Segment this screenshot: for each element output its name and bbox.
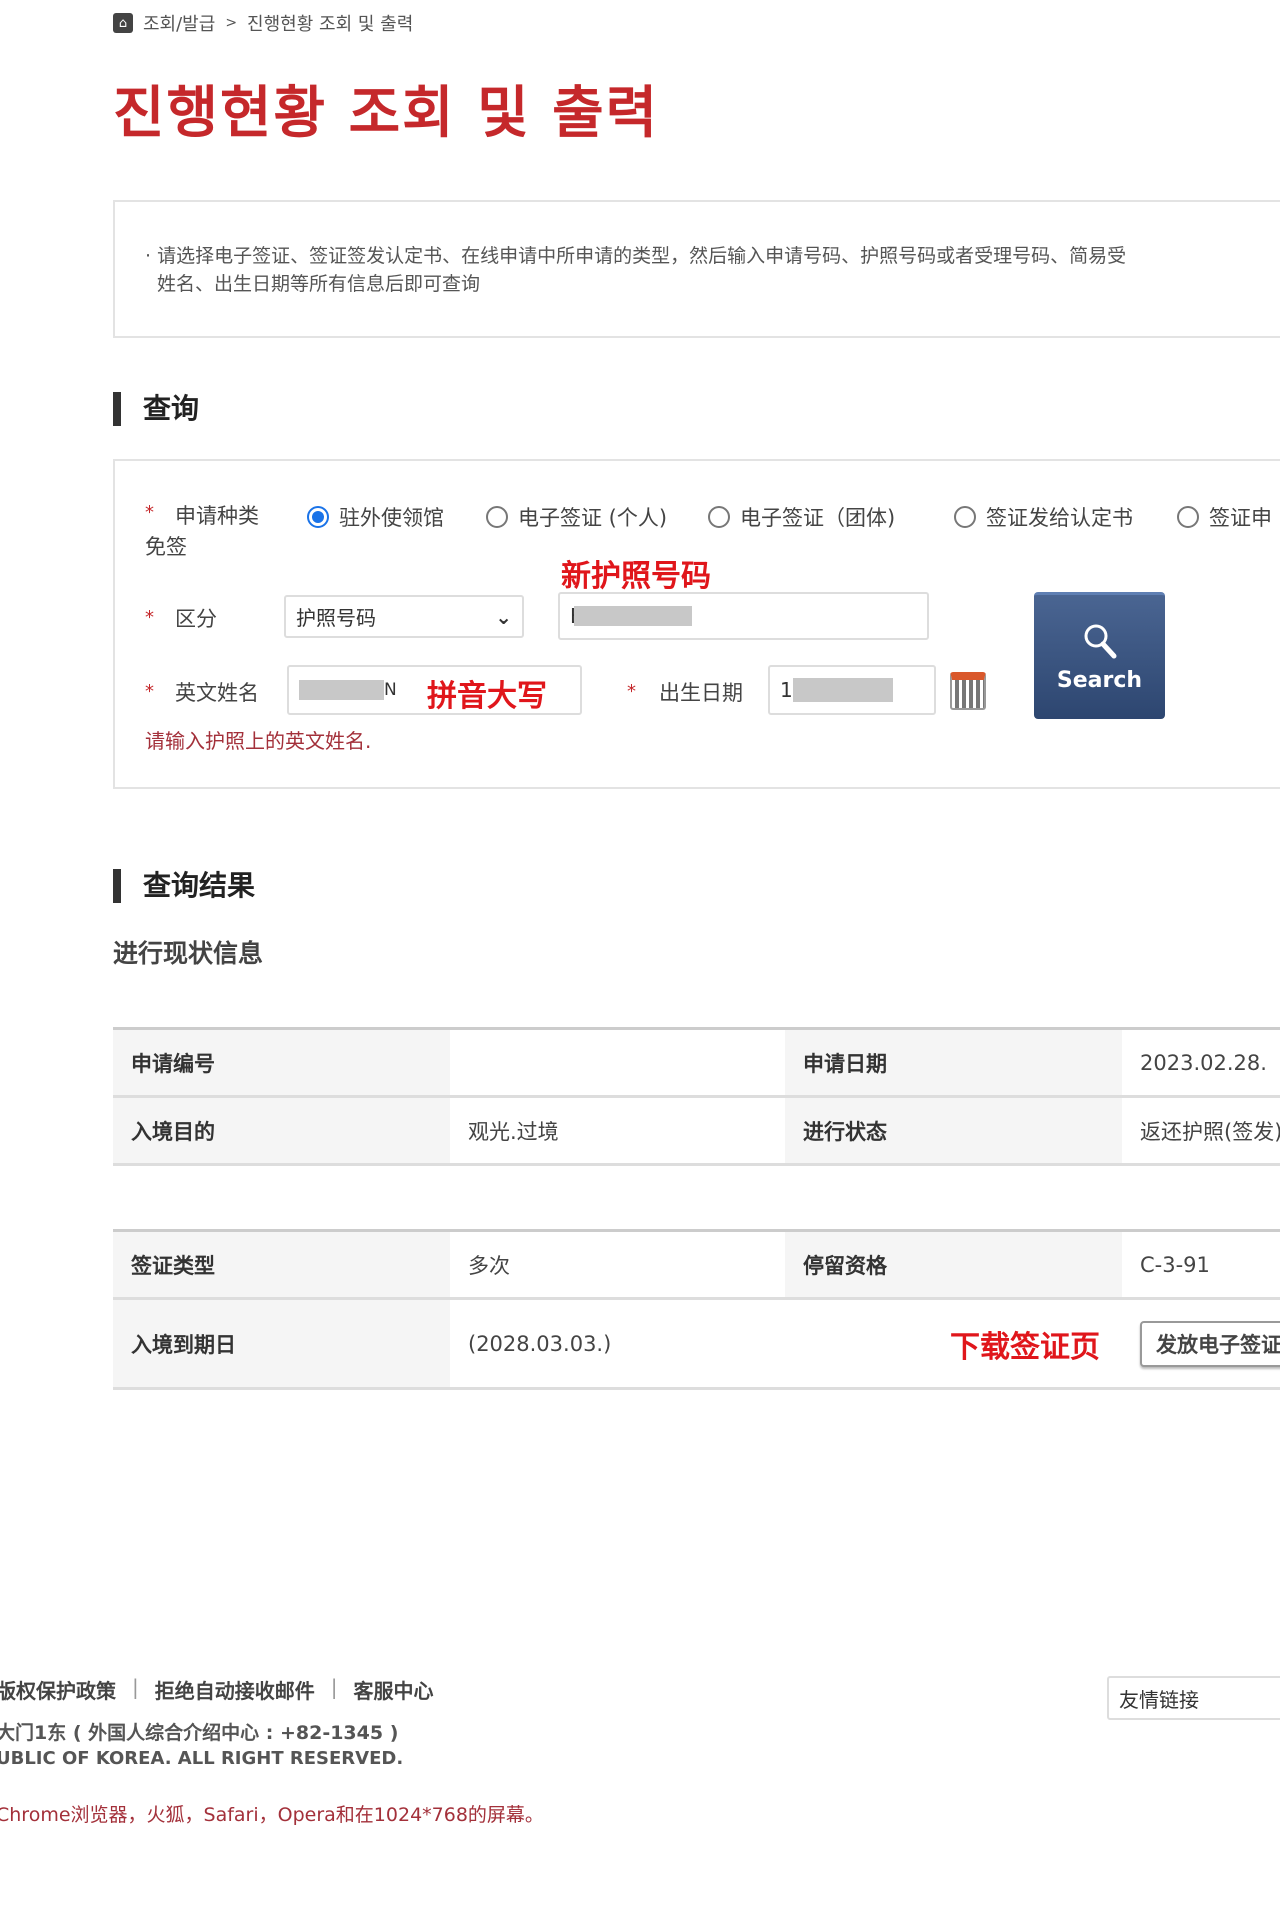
issue-evisa-button[interactable]: 发放电子签证 bbox=[1140, 1320, 1280, 1367]
table-row: 签证类型 多次 停留资格 C-3-91 bbox=[113, 1230, 1280, 1300]
search-icon bbox=[1084, 624, 1116, 658]
footer-copyright: UBLIC OF KOREA. ALL RIGHT RESERVED. bbox=[0, 1748, 404, 1769]
header-cell: 入境目的 bbox=[113, 1096, 450, 1166]
footer-link-help-center[interactable]: 客服中心 bbox=[354, 1675, 434, 1704]
required-mark: * bbox=[145, 681, 154, 702]
value-cell: 返还护照(签发) bbox=[1122, 1096, 1280, 1166]
footer-link-email-refuse[interactable]: 拒绝自动接收邮件 bbox=[155, 1675, 315, 1704]
radio-label: 电子签证 (个人) bbox=[518, 506, 668, 530]
visa-table: 签证类型 多次 停留资格 C-3-91 入境到期日 (2028.03.03.) … bbox=[113, 1229, 1280, 1390]
type-label-wrap: 免签 bbox=[145, 535, 187, 559]
header-cell: 进行状态 bbox=[785, 1096, 1122, 1166]
radio-label: 签证申 bbox=[1209, 506, 1272, 530]
results-subtitle: 进行现状信息 bbox=[113, 939, 264, 968]
related-sites-select[interactable]: 友情链接 bbox=[1107, 1676, 1280, 1720]
home-icon[interactable]: ⌂ bbox=[113, 13, 133, 33]
category-value: 护照号码 bbox=[296, 606, 376, 630]
radio-button[interactable] bbox=[486, 506, 508, 528]
notice-line: 姓名、出生日期等所有信息后即可查询 bbox=[157, 273, 481, 295]
required-mark: * bbox=[627, 681, 636, 702]
breadcrumb-separator: > bbox=[225, 15, 238, 31]
annotation-cell: 下载签证页 bbox=[785, 1298, 1122, 1390]
radio-button[interactable] bbox=[1177, 506, 1199, 528]
radio-label: 签证发给认定书 bbox=[986, 506, 1133, 530]
required-mark: * bbox=[145, 502, 154, 523]
search-button-label: Search bbox=[1056, 667, 1143, 693]
header-cell: 入境到期日 bbox=[113, 1298, 450, 1390]
table-row: 申请编号 申请日期 2023.02.28. bbox=[113, 1028, 1280, 1098]
category-select[interactable]: 护照号码 ⌄ bbox=[284, 595, 524, 638]
search-section-title: 查询 bbox=[113, 392, 199, 426]
value-cell: (2028.03.03.) bbox=[450, 1298, 785, 1390]
annotation-download-visa: 下载签证页 bbox=[950, 1329, 1100, 1365]
header-cell: 停留资格 bbox=[785, 1230, 1122, 1300]
required-mark: * bbox=[145, 607, 154, 628]
value-cell: 2023.02.28. bbox=[1122, 1028, 1280, 1098]
name-hint: 请输入护照上的英文姓名. bbox=[145, 729, 372, 753]
value-cell: C-3-91 bbox=[1122, 1230, 1280, 1300]
radio-label: 电子签证（团体) bbox=[740, 506, 896, 530]
redaction bbox=[792, 678, 893, 702]
annotation-pinyin-uppercase: 拼音大写 bbox=[427, 679, 547, 714]
name-label: 英文姓名 bbox=[175, 681, 259, 705]
dob-input[interactable]: 1 bbox=[768, 665, 936, 715]
dob-value: 1 bbox=[780, 678, 793, 702]
notice-box: · 请选择电子签证、签证签发认定书、在线申请中所申请的类型，然后输入申请号码、护… bbox=[113, 200, 1280, 338]
breadcrumb: ⌂ 조회/발급 > 진행현황 조회 및 출력 bbox=[113, 10, 413, 36]
redaction bbox=[574, 606, 692, 626]
footer-browser-note: Chrome浏览器，火狐，Safari，Opera和在1024*768的屏幕。 bbox=[0, 1804, 544, 1826]
header-cell: 签证类型 bbox=[113, 1230, 450, 1300]
header-cell: 申请日期 bbox=[785, 1028, 1122, 1098]
radio-button[interactable] bbox=[307, 506, 329, 528]
value-cell: 观光.过境 bbox=[450, 1096, 785, 1166]
value-cell bbox=[450, 1028, 785, 1098]
calendar-icon[interactable] bbox=[950, 672, 986, 710]
table-row: 入境目的 观光.过境 进行状态 返还护照(签发) bbox=[113, 1096, 1280, 1166]
redaction bbox=[299, 680, 384, 700]
annotation-new-passport: 新护照号码 bbox=[561, 559, 711, 594]
radio-visa-other[interactable]: 签证申 bbox=[1177, 502, 1272, 532]
results-section-title: 查询结果 bbox=[113, 869, 255, 903]
breadcrumb-item: 진행현황 조회 및 출력 bbox=[247, 14, 414, 35]
breadcrumb-item[interactable]: 조회/발급 bbox=[143, 10, 215, 36]
action-cell: 发放电子签证 bbox=[1122, 1298, 1280, 1390]
footer-links: 版权保护政策 | 拒绝自动接收邮件 | 客服中心 bbox=[0, 1675, 434, 1704]
passport-number-input[interactable]: E bbox=[558, 592, 929, 640]
radio-visa-certificate[interactable]: 签证发给认定书 bbox=[954, 502, 1133, 532]
dob-label: 出生日期 bbox=[659, 681, 743, 705]
radio-button[interactable] bbox=[708, 506, 730, 528]
radio-label: 驻外使领馆 bbox=[339, 506, 444, 530]
footer-address: 大门1东 ( 外国人综合介绍中心 : +82-1345 ) bbox=[0, 1722, 399, 1744]
radio-button[interactable] bbox=[954, 506, 976, 528]
category-label: 区分 bbox=[175, 607, 217, 631]
radio-evisa-group[interactable]: 电子签证（团体) bbox=[708, 502, 895, 532]
footer-link-copyright[interactable]: 版权保护政策 bbox=[0, 1675, 116, 1704]
table-row: 入境到期日 (2028.03.03.) 下载签证页 发放电子签证 bbox=[113, 1298, 1280, 1390]
radio-evisa-individual[interactable]: 电子签证 (个人) bbox=[486, 502, 667, 532]
radio-embassy[interactable]: 驻外使领馆 bbox=[307, 502, 444, 532]
value-cell: 多次 bbox=[450, 1230, 785, 1300]
page-title: 진행현황 조회 및 출력 bbox=[113, 81, 660, 146]
status-table: 申请编号 申请日期 2023.02.28. 入境目的 观光.过境 进行状态 返还… bbox=[113, 1027, 1280, 1166]
related-sites-label: 友情链接 bbox=[1119, 1687, 1199, 1712]
name-value: N bbox=[384, 680, 397, 700]
chevron-down-icon: ⌄ bbox=[495, 604, 512, 629]
type-label: 申请种类 bbox=[175, 504, 259, 528]
header-cell: 申请编号 bbox=[113, 1028, 450, 1098]
notice-line: · 请选择电子签证、签证签发认定书、在线申请中所申请的类型，然后输入申请号码、护… bbox=[145, 245, 1127, 267]
search-button[interactable]: Search bbox=[1034, 592, 1165, 719]
